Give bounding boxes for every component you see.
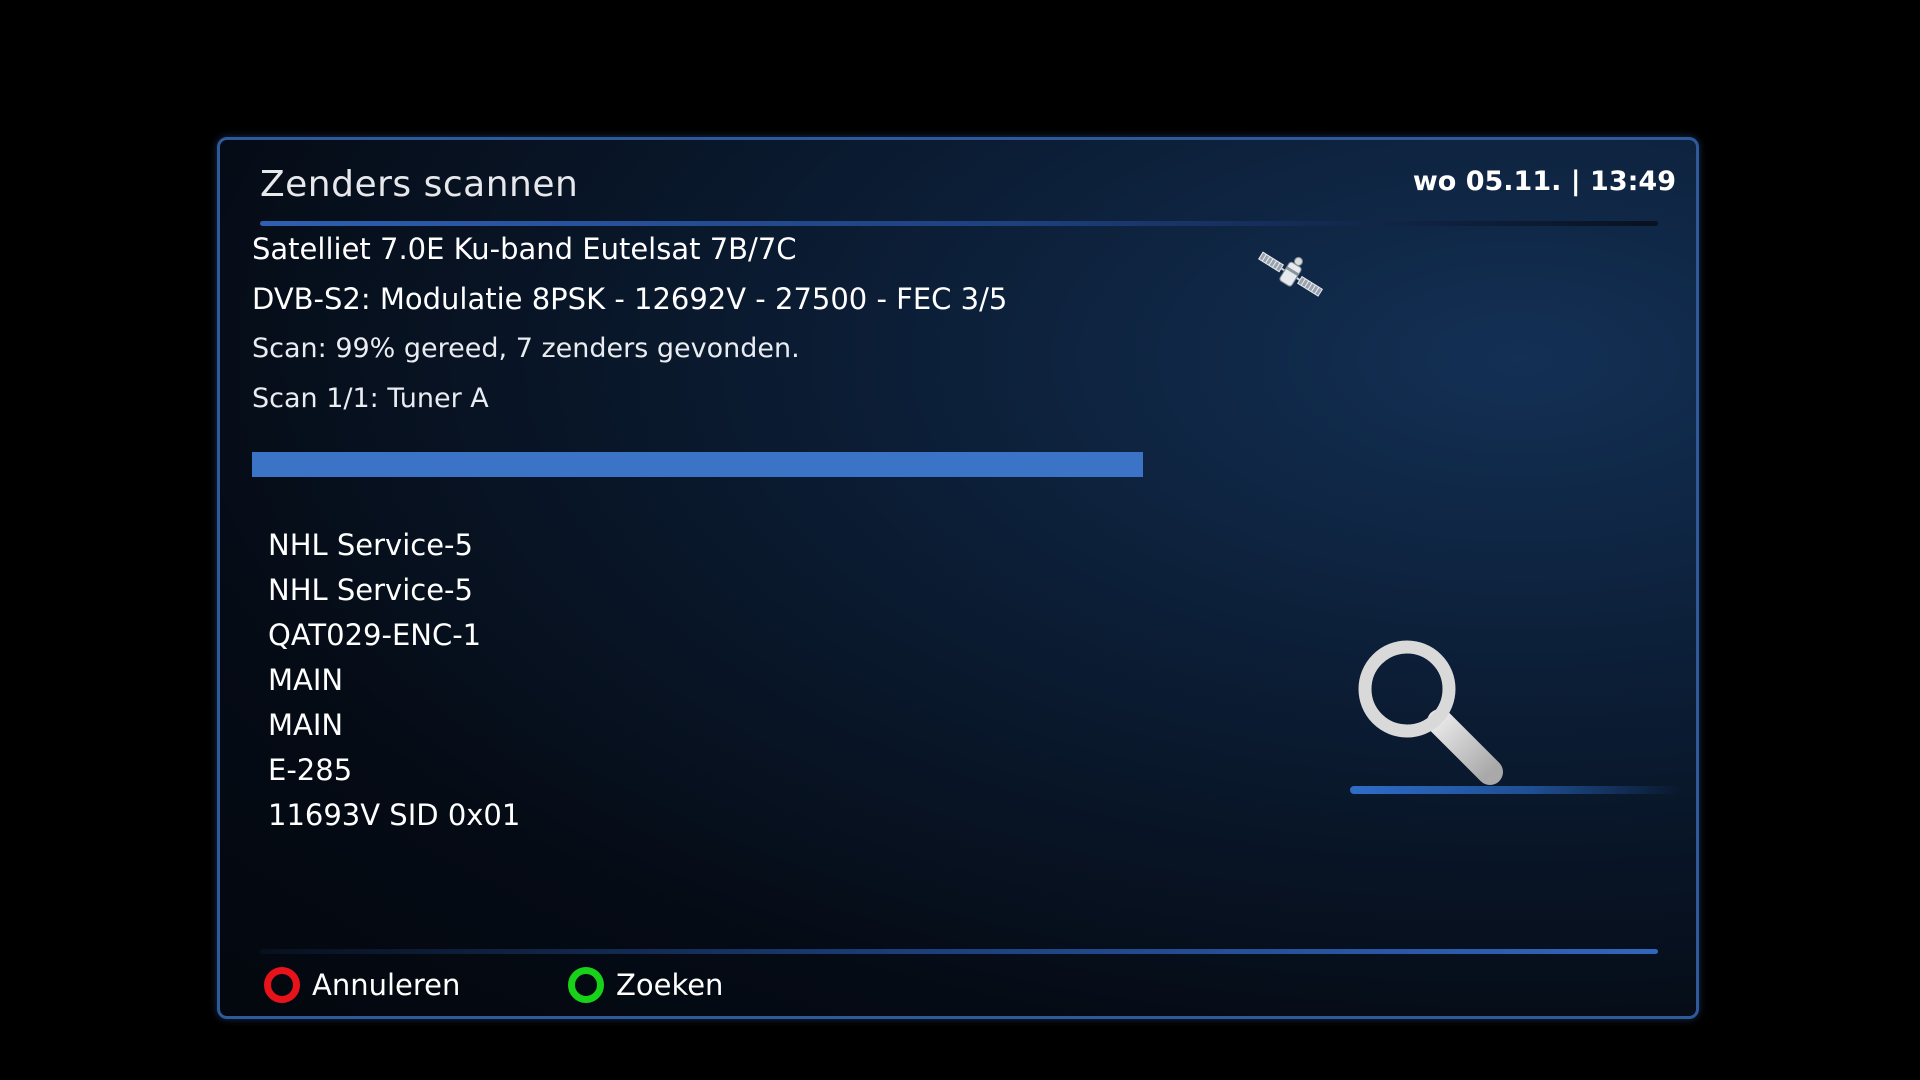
red-key-icon	[264, 967, 300, 1003]
channel-list-item: MAIN	[268, 663, 344, 697]
scan-progress-fill	[252, 452, 1143, 477]
channel-list-item: 11693V SID 0x01	[268, 798, 521, 832]
satellite-icon	[1258, 251, 1324, 297]
clock: wo 05.11. | 13:49	[1412, 166, 1676, 197]
channel-list-item: NHL Service-5	[268, 528, 473, 562]
tuner-info: Scan 1/1: Tuner A	[252, 383, 489, 414]
found-channels-list: NHL Service-5 NHL Service-5 QAT029-ENC-1 MA…	[268, 523, 520, 838]
green-key-icon	[568, 967, 604, 1003]
footer-divider	[260, 949, 1658, 954]
search-underline	[1350, 786, 1680, 794]
scan-progress-bar	[252, 452, 1152, 477]
channel-list-item: NHL Service-5	[268, 573, 473, 607]
scan-status: Scan: 99% gereed, 7 zenders gevonden.	[252, 333, 800, 364]
satellite-info: Satelliet 7.0E Ku-band Eutelsat 7B/7C	[252, 232, 797, 266]
scan-window: Zenders scannen wo 05.11. | 13:49 Satell…	[217, 137, 1699, 1019]
channel-list-item: MAIN	[268, 708, 344, 742]
cancel-button[interactable]: Annuleren	[264, 963, 460, 1007]
channel-list-item: QAT029-ENC-1	[268, 618, 482, 652]
search-button-label: Zoeken	[616, 968, 724, 1002]
transponder-info: DVB-S2: Modulatie 8PSK - 12692V - 27500 …	[252, 282, 1008, 316]
page-title: Zenders scannen	[260, 164, 579, 205]
channel-list-item: E-285	[268, 753, 353, 787]
search-button[interactable]: Zoeken	[568, 963, 723, 1007]
cancel-button-label: Annuleren	[312, 968, 461, 1002]
search-icon	[1358, 640, 1503, 785]
title-divider	[260, 221, 1658, 226]
